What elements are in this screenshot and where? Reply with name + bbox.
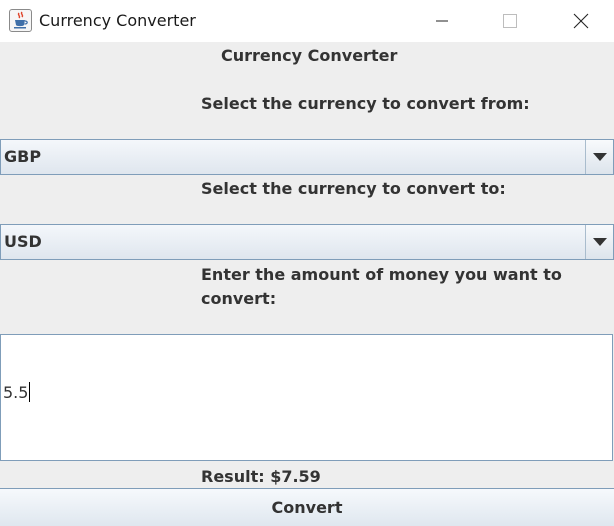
chevron-down-icon <box>592 238 607 246</box>
close-icon <box>573 13 589 29</box>
to-currency-label: Select the currency to convert to: <box>201 179 506 198</box>
to-currency-select[interactable]: USD <box>0 224 614 260</box>
minimize-button[interactable] <box>409 0 475 42</box>
page-title: Currency Converter <box>221 46 398 65</box>
from-currency-label: Select the currency to convert from: <box>201 94 530 113</box>
from-currency-value: GBP <box>4 147 42 166</box>
to-currency-value: USD <box>4 232 42 251</box>
close-button[interactable] <box>548 0 614 42</box>
title-bar[interactable]: Currency Converter <box>0 0 614 42</box>
minimize-icon <box>436 20 448 22</box>
from-currency-select[interactable]: GBP <box>0 139 614 175</box>
convert-button[interactable]: Convert <box>0 488 614 526</box>
java-cup-icon <box>9 9 32 32</box>
maximize-icon <box>503 14 517 28</box>
amount-input-text[interactable]: 5.5 <box>3 382 31 402</box>
maximize-button[interactable] <box>477 0 543 42</box>
amount-value: 5.5 <box>3 383 29 402</box>
amount-input[interactable]: 5.5 <box>0 334 613 461</box>
to-currency-dropdown-button[interactable] <box>585 225 613 259</box>
text-caret <box>29 382 31 402</box>
chevron-down-icon <box>592 153 607 161</box>
window-title: Currency Converter <box>39 11 196 30</box>
amount-label: Enter the amount of money you want to co… <box>201 265 562 308</box>
result-text: Result: $7.59 <box>201 467 321 486</box>
converter-panel: Currency Converter Select the currency t… <box>0 42 614 526</box>
from-currency-dropdown-button[interactable] <box>585 140 613 174</box>
